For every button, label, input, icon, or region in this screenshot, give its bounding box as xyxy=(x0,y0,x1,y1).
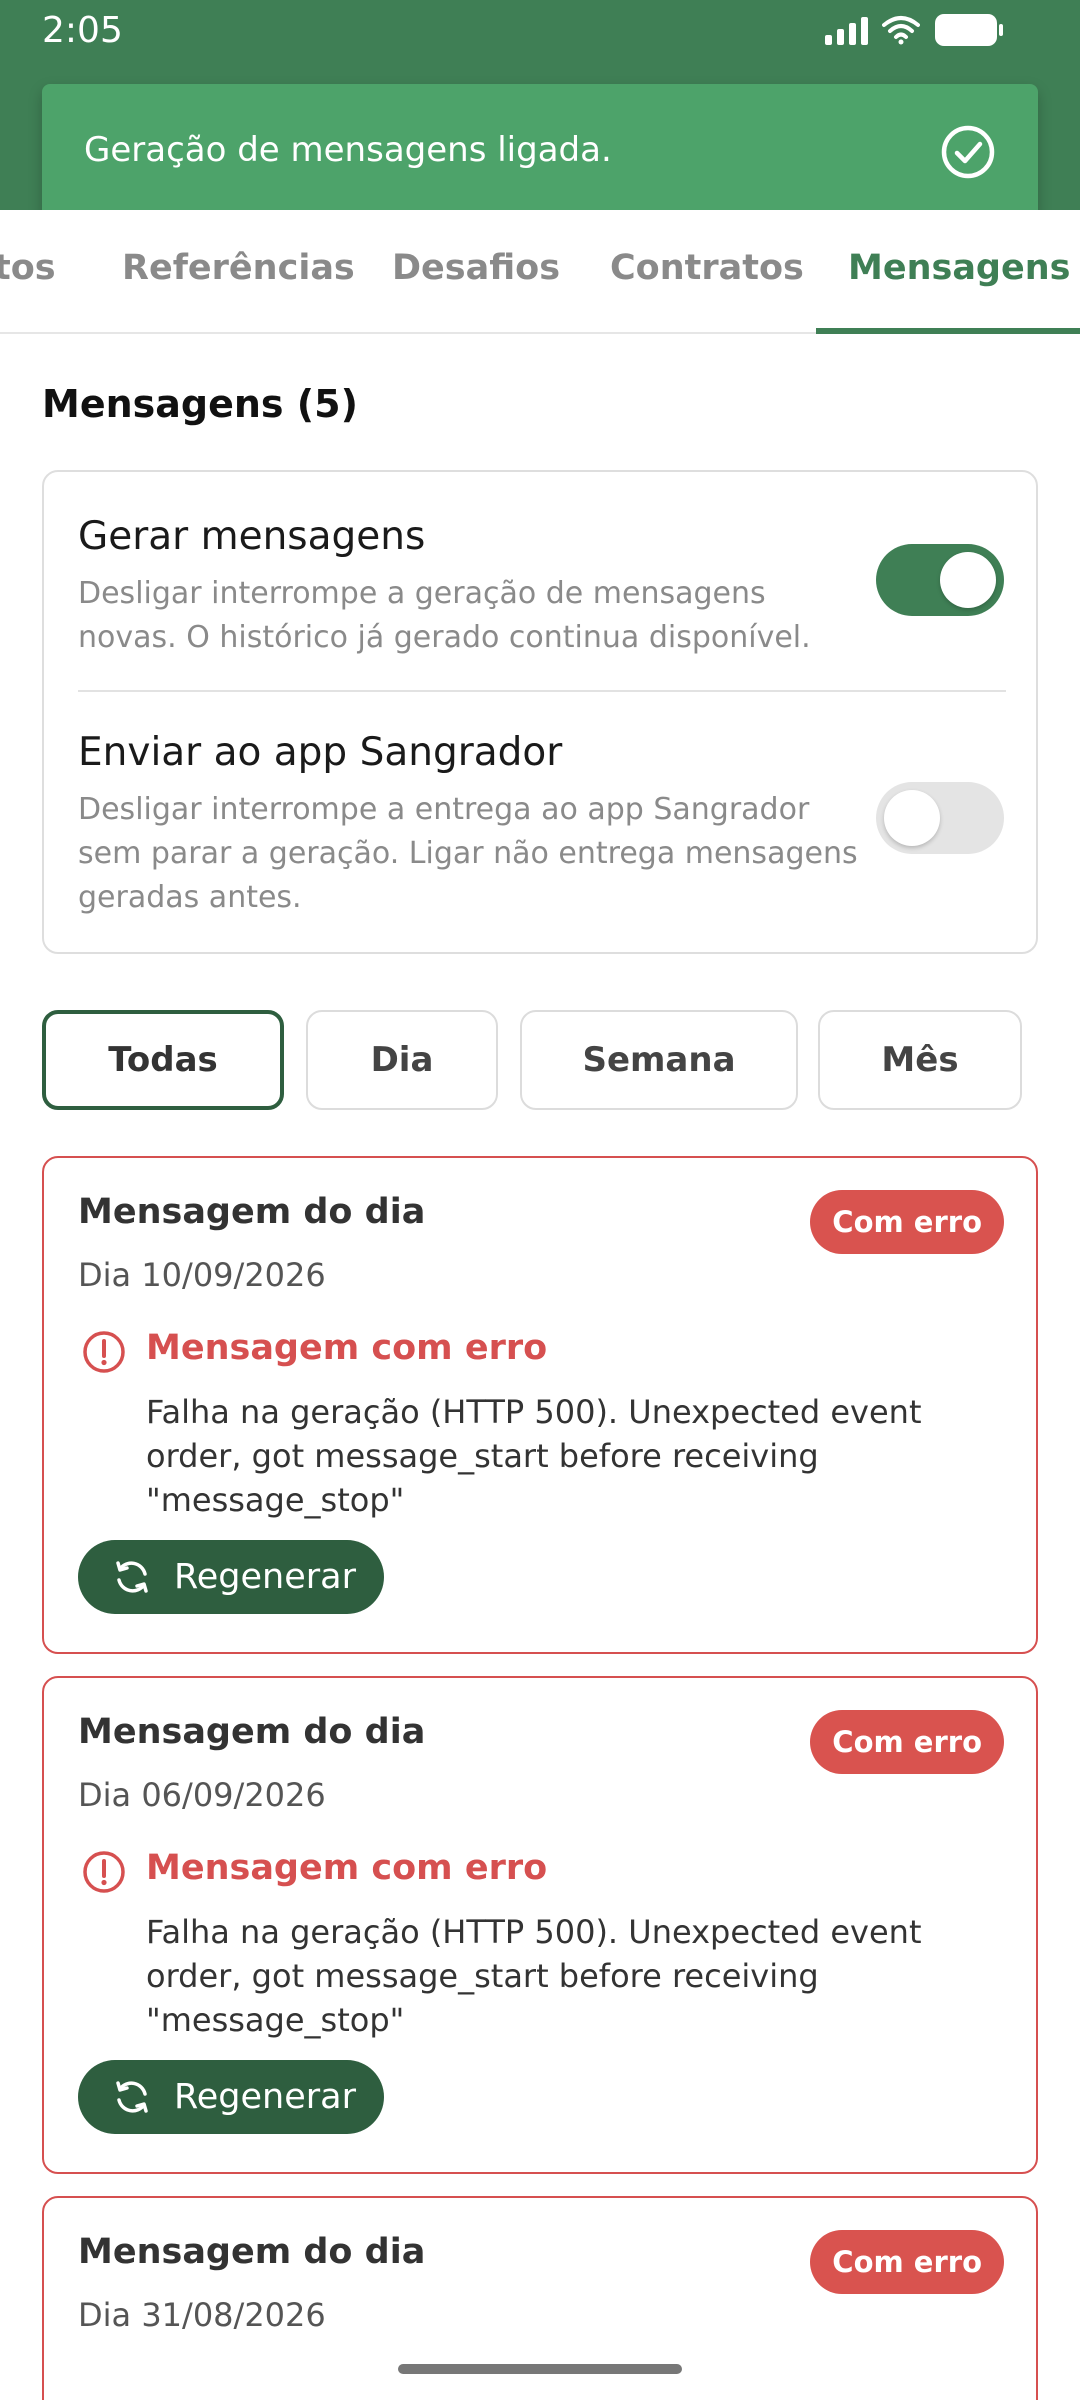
error-status-badge: Com erro xyxy=(810,1710,1004,1774)
filter-semana[interactable]: Semana xyxy=(520,1010,798,1110)
send-to-app-description: Desligar interrompe a entrega ao app San… xyxy=(78,792,858,915)
active-tab-indicator xyxy=(816,328,1080,334)
toast-notification: Geração de mensagens ligada. xyxy=(42,84,1038,220)
settings-card: Gerar mensagens Desligar interrompe a ge… xyxy=(42,470,1038,954)
tab-mensagens[interactable]: Mensagens xyxy=(848,248,1070,288)
message-title: Mensagem do dia xyxy=(78,2232,426,2272)
alert-circle-icon xyxy=(83,1331,125,1373)
send-to-app-toggle[interactable] xyxy=(876,782,1004,854)
error-message: Falha na geração (HTTP 500). Unexpected … xyxy=(146,1913,922,2039)
toast-text: Geração de mensagens ligada. xyxy=(84,130,612,170)
filter-dia[interactable]: Dia xyxy=(306,1010,498,1110)
error-status-badge: Com erro xyxy=(810,1190,1004,1254)
battery-icon xyxy=(935,14,1003,46)
home-indicator[interactable] xyxy=(398,2364,682,2374)
toggle-knob xyxy=(940,552,996,608)
generate-messages-title: Gerar mensagens xyxy=(78,514,426,559)
message-title: Mensagem do dia xyxy=(78,1192,426,1232)
tab-desafios[interactable]: Desafios xyxy=(392,248,560,288)
regenerate-label: Regenerar xyxy=(174,2077,356,2117)
message-date: Dia 31/08/2026 xyxy=(78,2296,326,2334)
cellular-signal-icon xyxy=(825,15,868,45)
filter-mes[interactable]: Mês xyxy=(818,1010,1022,1110)
regenerate-label: Regenerar xyxy=(174,1557,356,1597)
status-icons xyxy=(825,10,1004,50)
refresh-icon xyxy=(116,1561,148,1593)
error-message: Falha na geração (HTTP 500). Unexpected … xyxy=(146,1393,922,1519)
generate-messages-description: Desligar interrompe a geração de mensage… xyxy=(78,576,811,655)
wifi-icon xyxy=(882,16,920,45)
message-card: Mensagem do dia Com erro Dia 10/09/2026 … xyxy=(42,1156,1038,1654)
settings-divider xyxy=(78,690,1006,692)
alert-circle-icon xyxy=(83,1851,125,1893)
regenerate-button[interactable]: Regenerar xyxy=(78,1540,384,1614)
tab-bar: tos Referências Desafios Contratos Mensa… xyxy=(0,210,1080,334)
error-status-badge: Com erro xyxy=(810,2230,1004,2294)
regenerate-button[interactable]: Regenerar xyxy=(78,2060,384,2134)
message-card: Mensagem do dia Com erro Dia 06/09/2026 … xyxy=(42,1676,1038,2174)
status-time: 2:05 xyxy=(42,10,123,51)
error-title: Mensagem com erro xyxy=(146,1328,548,1368)
message-date: Dia 06/09/2026 xyxy=(78,1776,326,1814)
error-title: Mensagem com erro xyxy=(146,1848,548,1888)
message-date: Dia 10/09/2026 xyxy=(78,1256,326,1294)
section-title: Mensagens (5) xyxy=(42,382,358,426)
check-circle-icon xyxy=(941,125,995,179)
refresh-icon xyxy=(116,2081,148,2113)
tab-partial[interactable]: tos xyxy=(0,248,56,288)
filter-todas[interactable]: Todas xyxy=(42,1010,284,1110)
toggle-knob xyxy=(884,790,940,846)
status-bar: 2:05 xyxy=(0,0,1080,62)
generate-messages-toggle[interactable] xyxy=(876,544,1004,616)
send-to-app-title: Enviar ao app Sangrador xyxy=(78,730,563,775)
tab-referencias[interactable]: Referências xyxy=(122,248,355,288)
tab-contratos[interactable]: Contratos xyxy=(610,248,804,288)
message-title: Mensagem do dia xyxy=(78,1712,426,1752)
